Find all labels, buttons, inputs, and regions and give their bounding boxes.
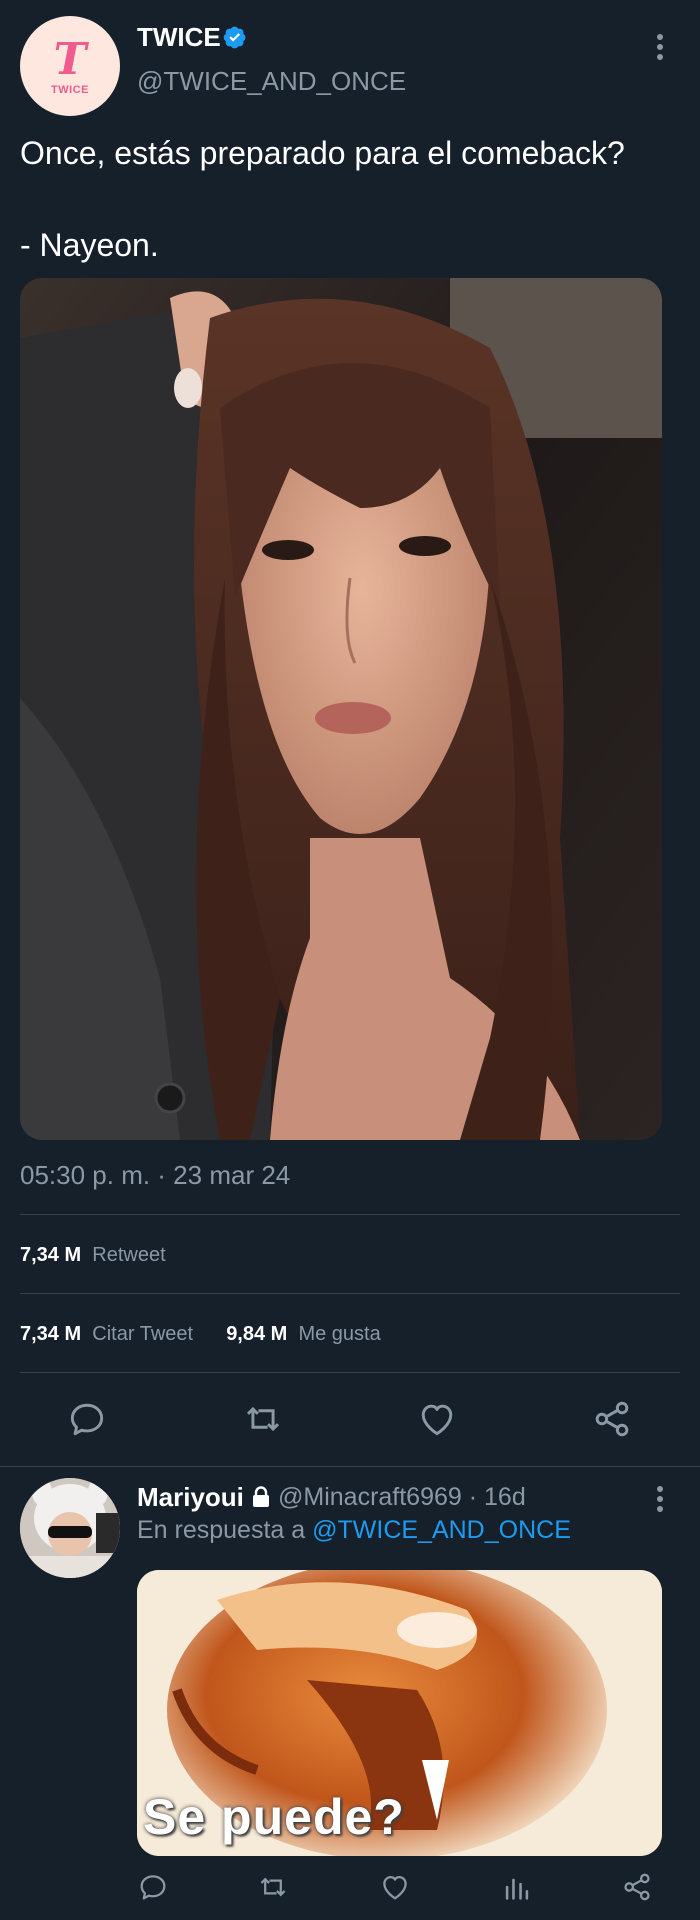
reply-retweet-button[interactable] [256,1870,290,1904]
like-stats[interactable]: 9,84 M Me gusta [226,1323,381,1345]
retweet-count: 7,34 M [20,1244,82,1266]
reply-handle-time[interactable]: @Minacraft6969 · 16d [278,1483,526,1512]
reply-display-name-row[interactable]: Mariyoui [137,1482,271,1513]
retweet-icon [246,1406,280,1432]
tweet-photo[interactable] [20,278,662,1140]
retweet-label: Retweet [92,1244,166,1266]
divider [20,1214,680,1215]
reply-analytics-button[interactable] [500,1870,534,1904]
display-name-row[interactable]: TWICE [137,22,247,53]
reply-reply-button[interactable] [136,1870,170,1904]
reply-display-name[interactable]: Mariyoui [137,1482,244,1512]
share-icon [595,1401,629,1437]
user-handle[interactable]: @TWICE_AND_ONCE [137,66,406,97]
share-icon [624,1873,650,1901]
quote-count: 7,34 M [20,1323,82,1345]
retweet-button[interactable] [241,1397,285,1441]
retweet-icon [260,1877,286,1897]
tweet-text: Once, estás preparado para el comeback? … [20,135,625,263]
reply-avatar-image [20,1478,120,1578]
like-count: 9,84 M [226,1323,288,1345]
reply-avatar[interactable] [20,1478,120,1578]
reply-prefix: En respuesta a [137,1516,306,1544]
quote-stats[interactable]: 7,34 M Citar Tweet [20,1323,199,1345]
analytics-icon [505,1878,529,1900]
share-button[interactable] [590,1397,634,1441]
quote-label: Citar Tweet [92,1323,194,1345]
display-name[interactable]: TWICE [137,22,221,52]
profile-avatar[interactable]: T TWICE [20,16,120,116]
retweet-stats[interactable]: 7,34 M Retweet [20,1244,166,1267]
reply-icon [140,1875,166,1900]
reply-like-button[interactable] [378,1870,412,1904]
meme-caption: Se puede? [143,1789,405,1845]
like-icon [421,1404,453,1436]
reply-more-options-icon[interactable] [648,1484,672,1514]
twice-logo-icon: T [53,34,87,85]
reply-button[interactable] [65,1397,109,1441]
divider [20,1293,680,1294]
divider [20,1372,680,1373]
more-options-icon[interactable] [648,30,672,64]
reply-photo[interactable]: Se puede? [137,1570,662,1856]
reply-icon [70,1403,104,1436]
like-label: Me gusta [298,1323,381,1345]
reply-context: En respuesta a @TWICE_AND_ONCE [137,1516,571,1545]
engagement-stats: 7,34 M Citar Tweet 9,84 M Me gusta [20,1323,381,1346]
reply-share-button[interactable] [620,1870,654,1904]
photo-illustration [20,278,662,1140]
verified-badge-icon [223,26,246,49]
tweet-timestamp[interactable]: 05:30 p. m. · 23 mar 24 [20,1160,290,1191]
like-button[interactable] [415,1397,459,1441]
tweet-separator [0,1466,700,1467]
avatar-logo-text: TWICE [51,84,89,96]
reply-mention-link[interactable]: @TWICE_AND_ONCE [312,1516,571,1544]
lock-icon [253,1486,270,1507]
like-icon [383,1875,407,1900]
